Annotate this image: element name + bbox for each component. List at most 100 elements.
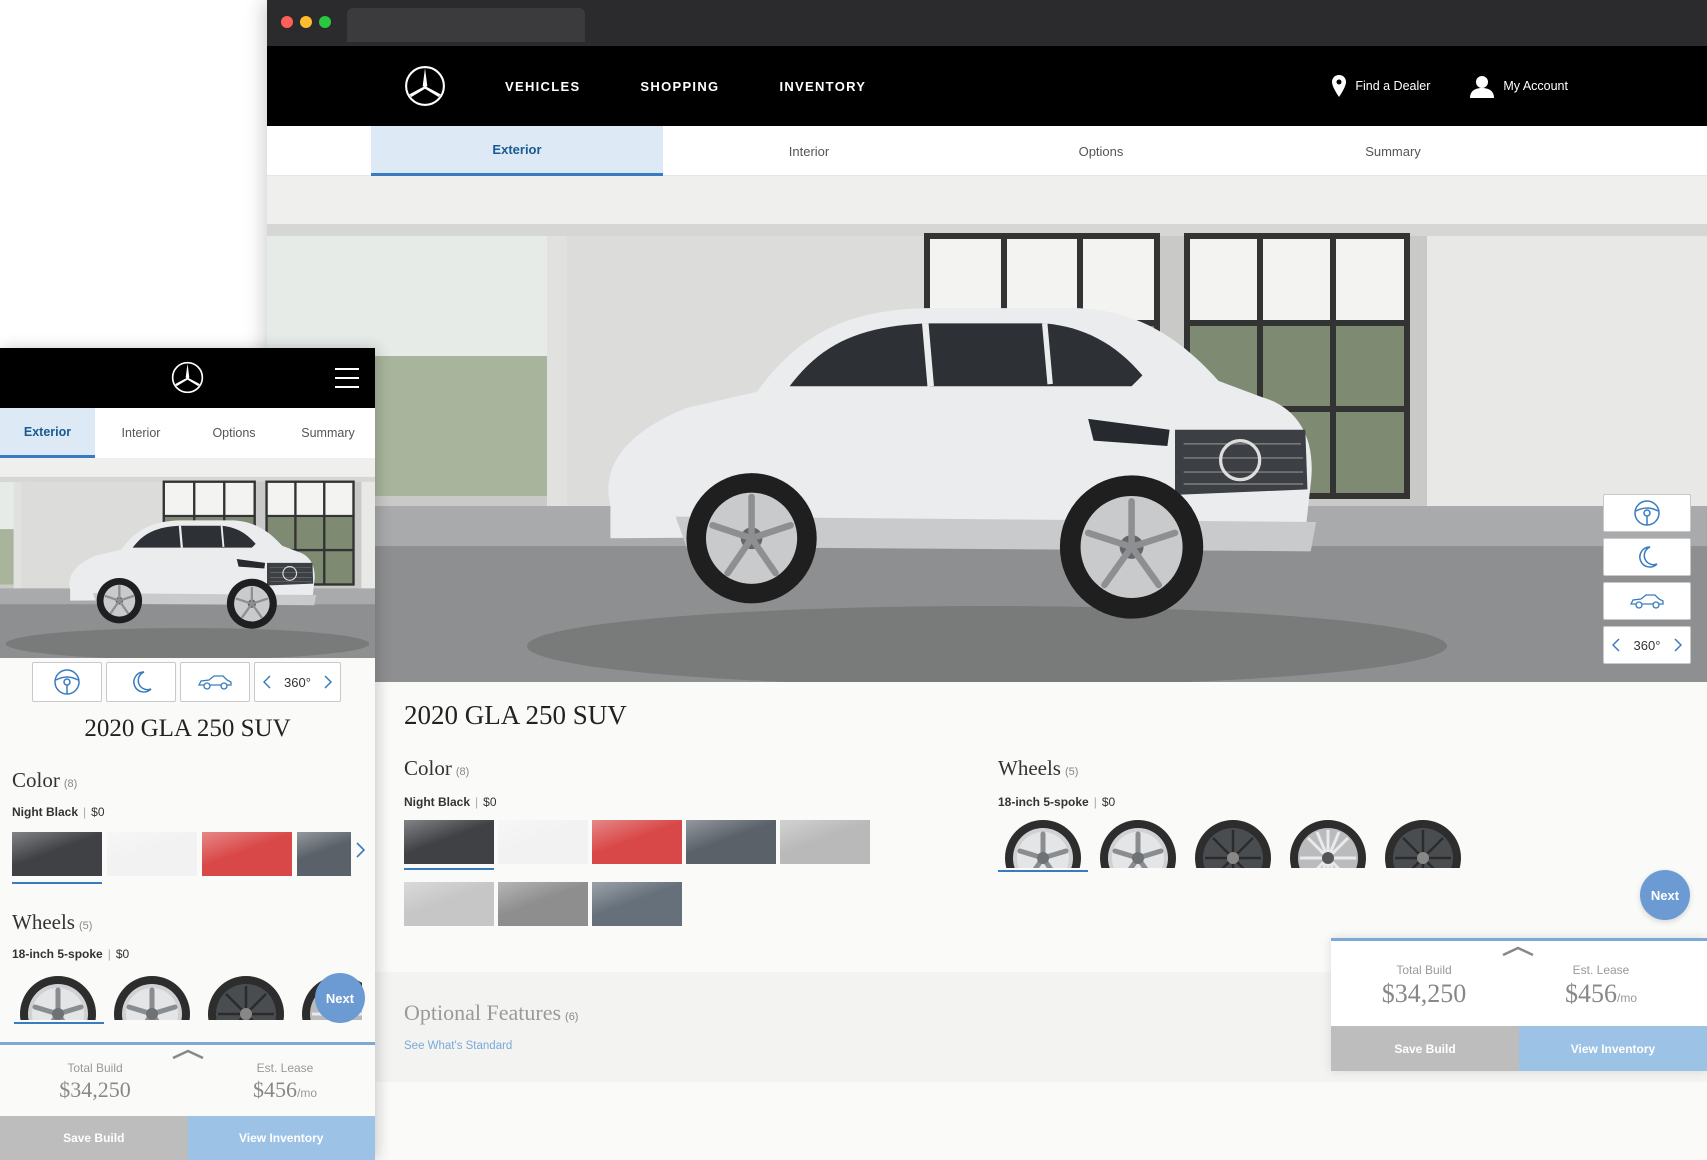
chevron-right-icon[interactable] bbox=[324, 675, 332, 689]
wheel-option-3[interactable] bbox=[1193, 818, 1273, 868]
mobile-wheels-section: Wheels (5) 18-inch 5-spoke | $0 bbox=[12, 910, 130, 961]
color-swatch-1[interactable] bbox=[12, 832, 102, 876]
find-dealer-link[interactable]: Find a Dealer bbox=[1332, 75, 1430, 97]
est-lease-price: $456 bbox=[252, 1077, 297, 1102]
vehicle-hero-image[interactable]: 360° bbox=[267, 176, 1707, 682]
exterior-view-button[interactable] bbox=[1603, 582, 1691, 620]
color-swatch-7[interactable] bbox=[498, 882, 588, 926]
minimize-window-button[interactable] bbox=[300, 16, 312, 28]
color-swatch-4[interactable] bbox=[686, 820, 776, 864]
next-button[interactable]: Next bbox=[1640, 870, 1690, 920]
wheels-section: Wheels (5) 18-inch 5-spoke | $0 bbox=[998, 756, 1116, 809]
color-swatch-2[interactable] bbox=[498, 820, 588, 864]
maximize-window-button[interactable] bbox=[319, 16, 331, 28]
color-count: (8) bbox=[63, 778, 78, 790]
selected-color-indicator bbox=[12, 882, 102, 884]
wheel-option-2[interactable] bbox=[112, 974, 192, 1020]
steering-wheel-icon bbox=[1634, 500, 1660, 526]
user-icon bbox=[1470, 76, 1495, 98]
primary-nav: VEHICLES SHOPPING INVENTORY bbox=[505, 46, 926, 126]
mercedes-star-logo-icon[interactable] bbox=[171, 361, 204, 394]
rotate-360-control[interactable]: 360° bbox=[1603, 626, 1691, 664]
mobile-vehicle-hero-image[interactable] bbox=[0, 458, 375, 658]
mobile-tab-options[interactable]: Options bbox=[187, 408, 281, 458]
chevron-right-icon[interactable] bbox=[356, 842, 365, 858]
chevron-up-icon[interactable] bbox=[1502, 946, 1534, 956]
color-title: Color bbox=[12, 768, 60, 792]
nav-shopping[interactable]: SHOPPING bbox=[640, 79, 719, 94]
wheel-option-5[interactable] bbox=[1383, 818, 1463, 868]
color-swatch-3[interactable] bbox=[592, 820, 682, 864]
selected-wheel-price: $0 bbox=[115, 947, 130, 961]
view-inventory-button[interactable]: View Inventory bbox=[1519, 1026, 1707, 1071]
see-whats-standard-link[interactable]: See What's Standard bbox=[404, 1040, 512, 1052]
color-swatch-3[interactable] bbox=[202, 832, 292, 876]
chevron-left-icon[interactable] bbox=[1612, 638, 1620, 652]
selected-color-name: Night Black bbox=[12, 805, 79, 819]
color-swatch-6[interactable] bbox=[404, 882, 494, 926]
build-summary-panel: Total Build $34,250 Est. Lease $456/mo S… bbox=[1331, 938, 1707, 1071]
car-icon bbox=[1629, 594, 1664, 609]
color-title: Color bbox=[404, 756, 452, 780]
location-pin-icon bbox=[1332, 75, 1347, 97]
chevron-left-icon[interactable] bbox=[263, 675, 271, 689]
mercedes-star-logo-icon[interactable] bbox=[404, 65, 446, 107]
wheels-count: (5) bbox=[1064, 766, 1079, 778]
tab-interior[interactable]: Interior bbox=[663, 126, 955, 176]
save-build-button[interactable]: Save Build bbox=[1331, 1026, 1519, 1071]
optional-features-count: (6) bbox=[565, 1011, 579, 1023]
tab-exterior[interactable]: Exterior bbox=[371, 126, 663, 176]
color-section: Color (8) Night Black | $0 bbox=[404, 756, 497, 809]
nav-inventory[interactable]: INVENTORY bbox=[779, 79, 866, 94]
color-swatch-1[interactable] bbox=[404, 820, 494, 870]
selected-color-price: $0 bbox=[91, 805, 105, 819]
view-inventory-button[interactable]: View Inventory bbox=[187, 1116, 375, 1160]
mobile-tab-summary[interactable]: Summary bbox=[281, 408, 375, 458]
model-title: 2020 GLA 250 SUV bbox=[404, 700, 627, 730]
total-build-price: $34,250 bbox=[1381, 979, 1467, 1008]
hamburger-menu-icon[interactable] bbox=[335, 368, 359, 388]
color-swatch-8[interactable] bbox=[592, 882, 682, 926]
rotate-360-control[interactable]: 360° bbox=[254, 662, 341, 702]
color-swatch-4[interactable] bbox=[297, 832, 351, 876]
next-button[interactable]: Next bbox=[315, 973, 365, 1023]
top-navigation: VEHICLES SHOPPING INVENTORY Find a Deale… bbox=[267, 46, 1707, 126]
my-account-link[interactable]: My Account bbox=[1470, 74, 1568, 98]
nav-vehicles[interactable]: VEHICLES bbox=[505, 79, 580, 94]
color-swatch-2[interactable] bbox=[107, 832, 197, 876]
wheels-count: (5) bbox=[78, 920, 93, 932]
color-swatch-5[interactable] bbox=[780, 820, 870, 864]
close-window-button[interactable] bbox=[281, 16, 293, 28]
mobile-color-section: Color (8) Night Black | $0 bbox=[12, 768, 105, 819]
tab-options[interactable]: Options bbox=[955, 126, 1247, 176]
selected-wheel-indicator bbox=[14, 1022, 104, 1024]
builder-tabs: Exterior Interior Options Summary bbox=[267, 126, 1707, 176]
total-build-label: Total Build bbox=[67, 1061, 123, 1075]
wheels-title: Wheels bbox=[998, 756, 1061, 780]
my-account-label: My Account bbox=[1503, 79, 1568, 93]
wheel-option-4[interactable] bbox=[1288, 818, 1368, 868]
browser-tab[interactable] bbox=[347, 8, 585, 42]
interior-view-button[interactable] bbox=[1603, 494, 1691, 532]
total-build: Total Build $34,250 bbox=[1369, 963, 1479, 1009]
tab-summary[interactable]: Summary bbox=[1247, 126, 1539, 176]
wheel-option-1[interactable] bbox=[1003, 818, 1083, 868]
exterior-view-button[interactable] bbox=[180, 662, 250, 702]
night-mode-button[interactable] bbox=[106, 662, 176, 702]
chevron-up-icon[interactable] bbox=[172, 1049, 204, 1059]
wheel-option-1[interactable] bbox=[18, 974, 98, 1020]
est-lease-unit: /mo bbox=[296, 1086, 317, 1100]
moon-icon bbox=[133, 671, 152, 693]
est-lease-price: $456 bbox=[1564, 979, 1617, 1008]
save-build-button[interactable]: Save Build bbox=[0, 1116, 188, 1160]
wheel-option-2[interactable] bbox=[1098, 818, 1178, 868]
mobile-tab-interior[interactable]: Interior bbox=[95, 408, 187, 458]
wheel-option-3[interactable] bbox=[206, 974, 286, 1020]
night-mode-button[interactable] bbox=[1603, 538, 1691, 576]
mobile-tab-exterior[interactable]: Exterior bbox=[0, 408, 95, 458]
mobile-header bbox=[0, 348, 375, 408]
chevron-right-icon[interactable] bbox=[1674, 638, 1682, 652]
interior-view-button[interactable] bbox=[32, 662, 102, 702]
desktop-browser-window: VEHICLES SHOPPING INVENTORY Find a Deale… bbox=[267, 0, 1707, 1160]
mobile-model-title: 2020 GLA 250 SUV bbox=[84, 715, 291, 742]
